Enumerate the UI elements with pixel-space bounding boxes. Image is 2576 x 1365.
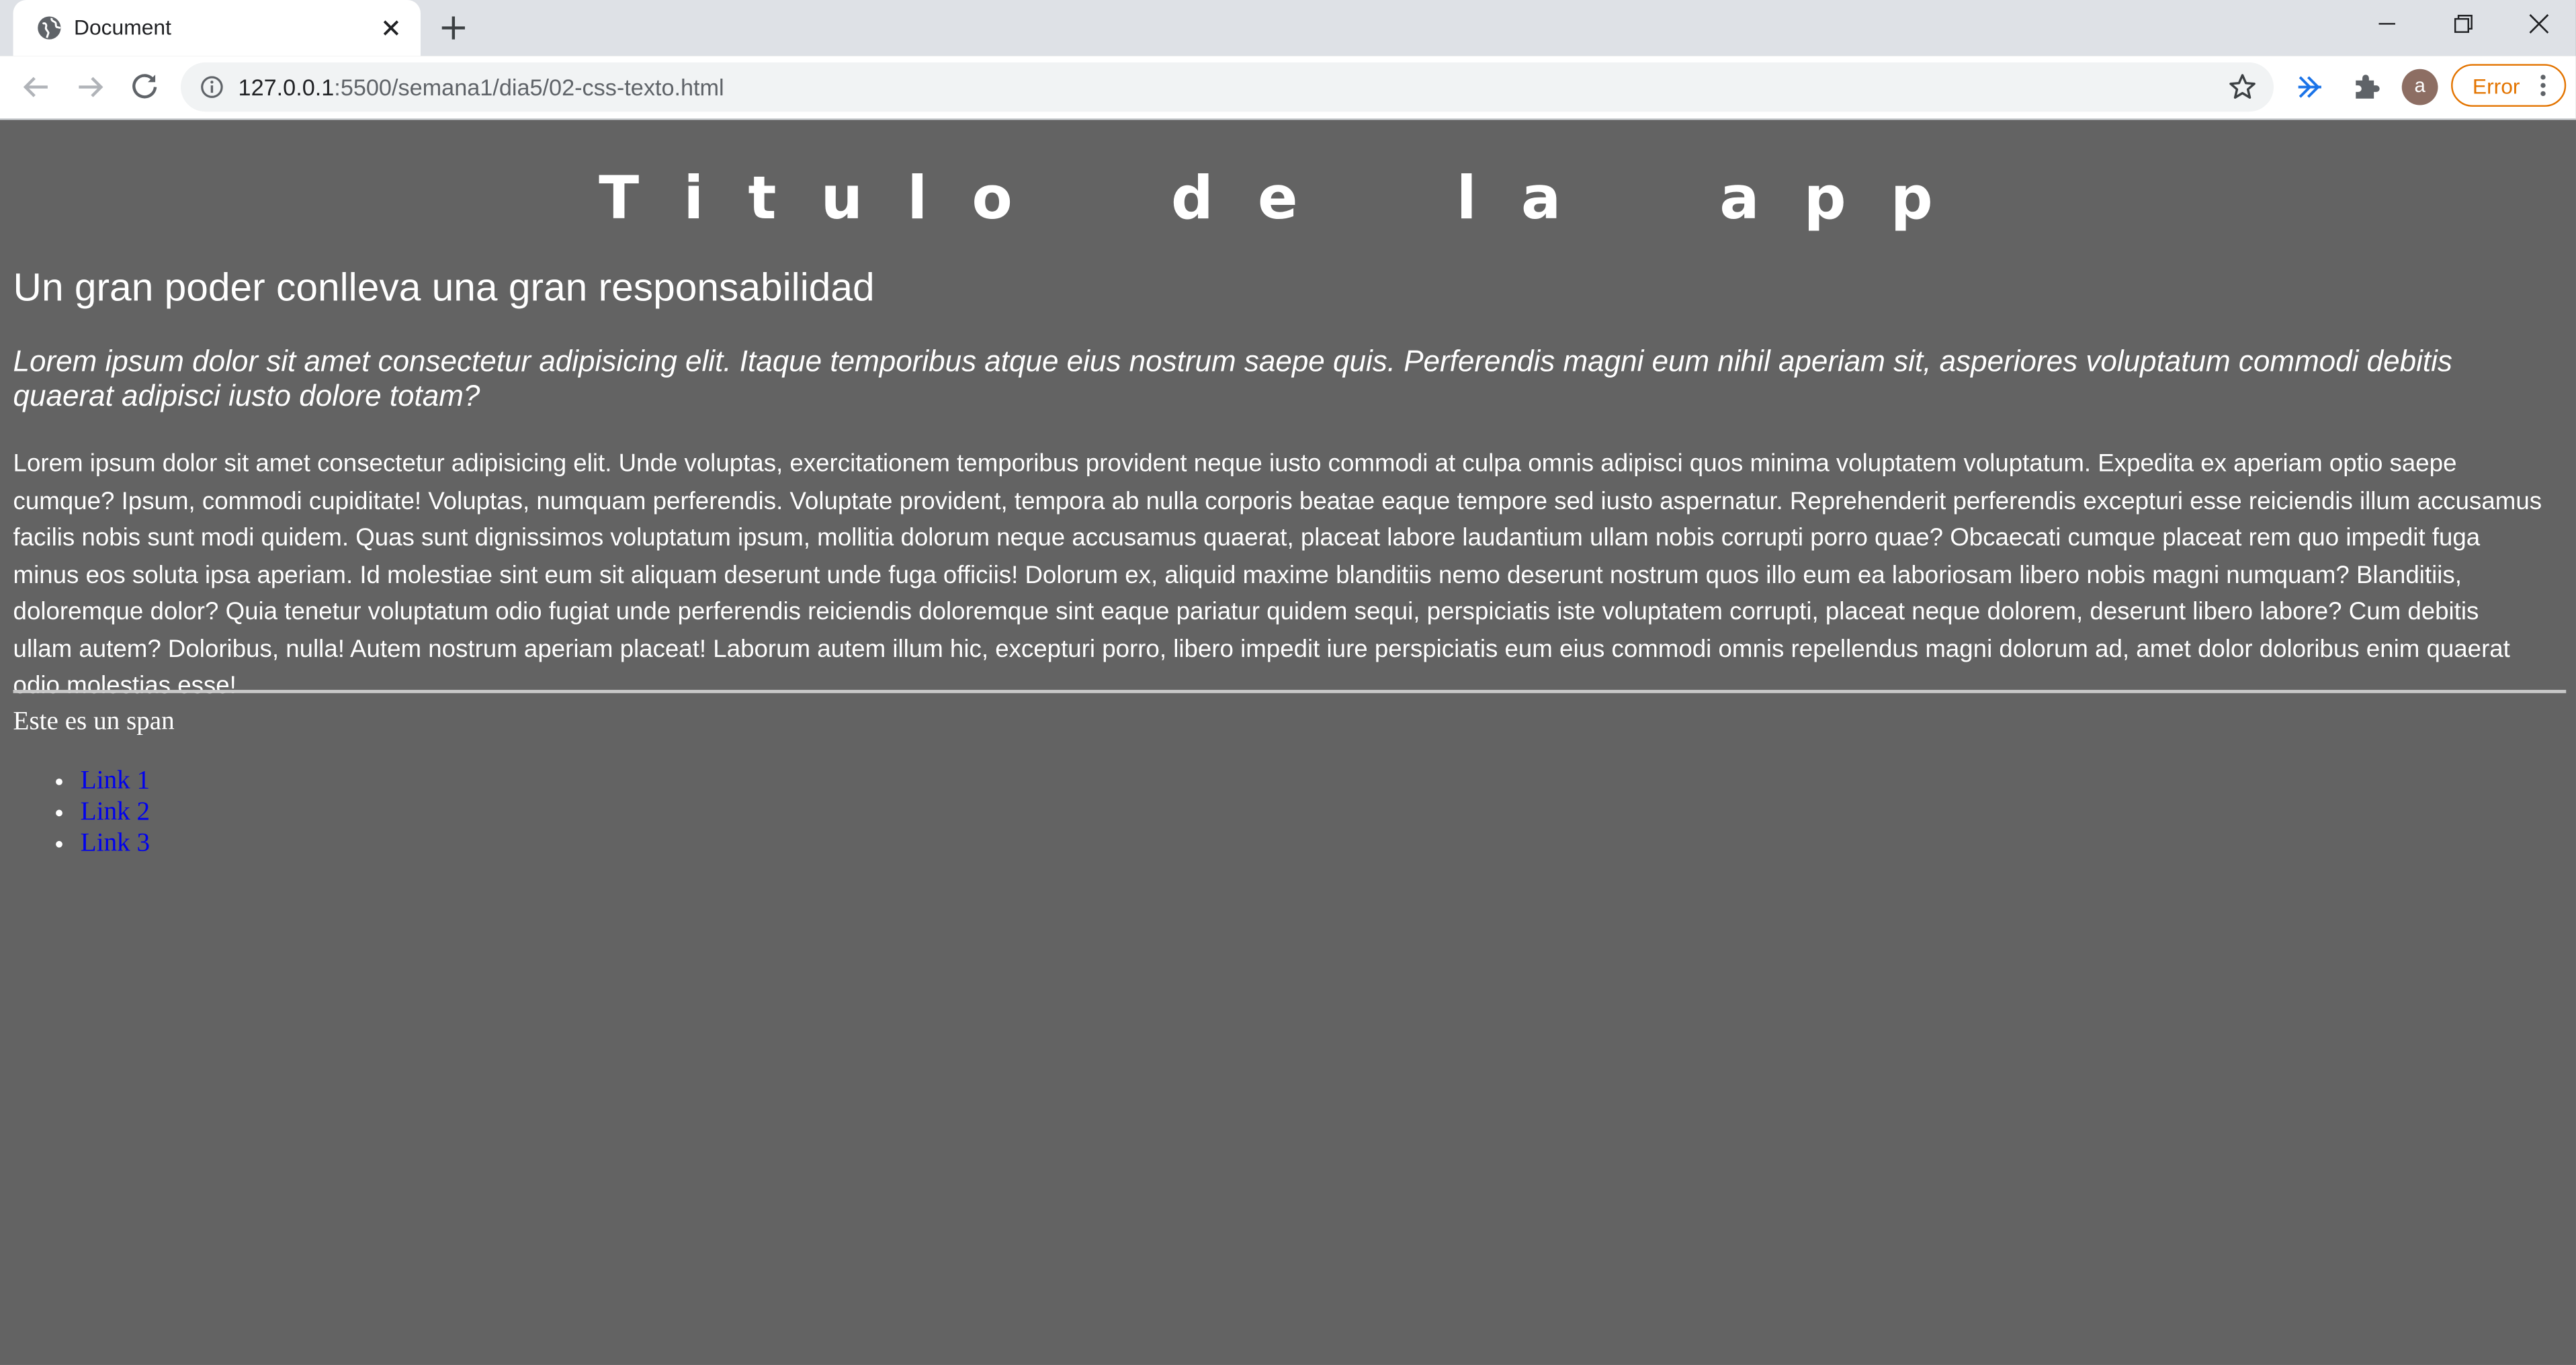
star-icon[interactable] [2228,73,2258,102]
error-label: Error [2472,74,2520,99]
info-icon[interactable] [200,75,223,98]
body-paragraph: Lorem ipsum dolor sit amet consectetur a… [13,449,2542,700]
address-bar[interactable]: 127.0.0.1:5500/semana1/dia5/02-css-texto… [180,62,2274,112]
back-icon[interactable] [15,66,58,109]
url-path: :5500/semana1/dia5/02-css-texto.html [334,74,724,101]
page-subtitle: Un gran poder conlleva una gran responsa… [13,266,875,311]
puzzle-icon[interactable] [2349,71,2382,103]
span-text: Este es un span [13,707,175,736]
link-3[interactable]: Link 3 [81,830,150,858]
divider [13,689,2567,693]
url-text[interactable]: 127.0.0.1:5500/semana1/dia5/02-css-texto… [239,74,724,100]
forward-icon[interactable] [69,66,112,109]
close-icon[interactable] [374,11,407,44]
window-close-icon[interactable] [2500,0,2575,49]
avatar[interactable]: a [2401,69,2438,105]
url-host: 127.0.0.1 [238,74,335,101]
link-2[interactable]: Link 2 [81,798,150,826]
page-content: Titulo de la app Un gran poder conlleva … [0,120,2576,1365]
minimize-icon[interactable] [2349,0,2424,49]
list-item: Link 3 [81,828,150,858]
cast-icon[interactable] [2295,71,2328,103]
tab-title: Document [74,15,171,40]
app-title: Titulo de la app [599,165,1977,234]
more-icon [2538,73,2548,99]
list-item: Link 2 [81,797,150,828]
globe-icon [36,15,62,41]
error-button[interactable]: Error [2451,64,2567,107]
link-1[interactable]: Link 1 [81,767,150,795]
link-list: Link 1 Link 2 Link 3 [13,765,150,858]
toolbar: 127.0.0.1:5500/semana1/dia5/02-css-texto… [0,56,2576,120]
list-item: Link 1 [81,765,150,796]
plus-icon[interactable] [434,8,474,48]
tab-document[interactable]: Document [13,0,421,56]
tab-strip: Document [0,0,2576,56]
reload-icon[interactable] [123,66,166,109]
lead-paragraph: Lorem ipsum dolor sit amet consectetur a… [13,345,2452,412]
browser-window: Document 127.0.0.1:5500/semana1/dia5/02-… [0,0,2576,1365]
restore-icon[interactable] [2425,0,2500,49]
